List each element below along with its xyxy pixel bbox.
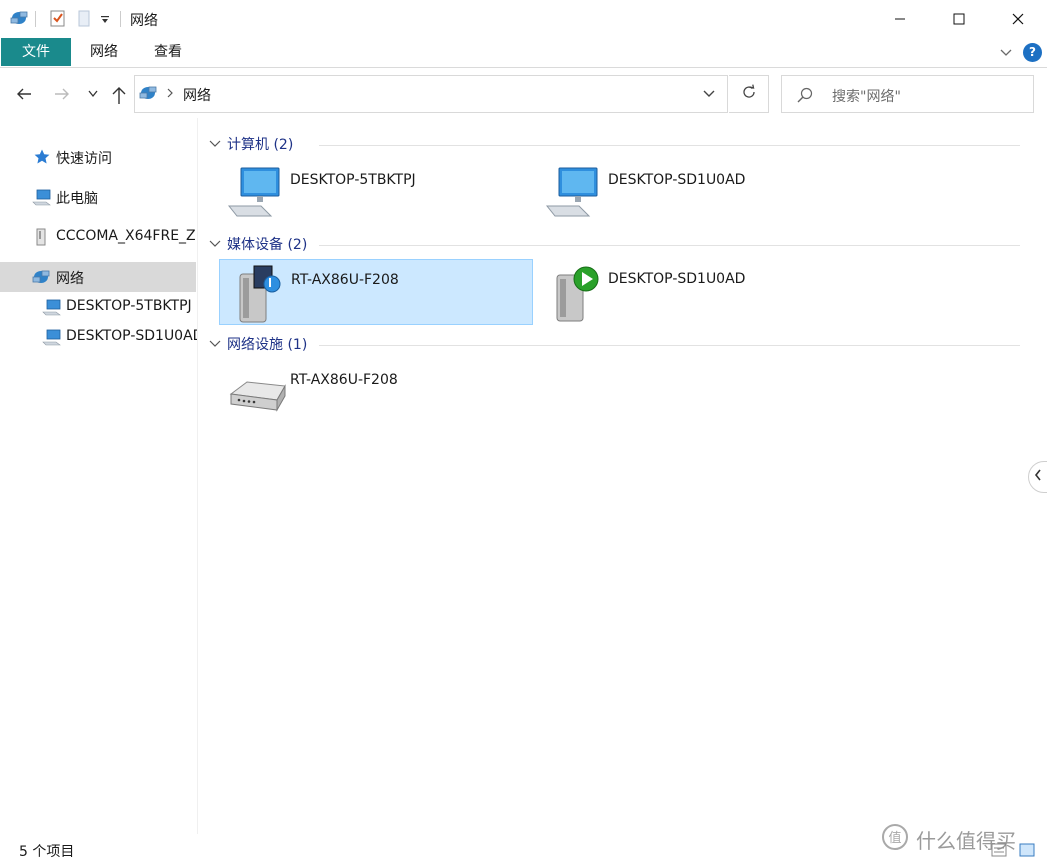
customize-toolbar-icon[interactable] — [100, 13, 110, 29]
sidebar-item-label: 此电脑 — [56, 191, 98, 207]
navigation-bar: 网络 搜索"网络" — [0, 70, 1047, 118]
item-name: DESKTOP-5TBKTPJ — [290, 172, 416, 188]
minimize-button[interactable] — [870, 0, 929, 38]
computer-icon — [42, 298, 62, 320]
sidebar-item-label: DESKTOP-5TBKTPJ — [66, 298, 192, 314]
sidebar-item-drive[interactable]: CCCOMA_X64FRE_ZH-CN_DV9 — [0, 222, 197, 252]
file-list: 计算机 (2) DESKTOP-5TBKTPJ DESKTOP-SD1U0AD … — [199, 118, 1025, 834]
title-bar: 网络 — [0, 0, 1047, 38]
watermark-logo-icon: 值 — [880, 822, 910, 857]
breadcrumb-separator-icon[interactable] — [166, 87, 174, 103]
sidebar-item-label: 网络 — [56, 271, 84, 287]
properties-icon[interactable] — [50, 9, 66, 31]
sidebar-item-network[interactable]: 网络 — [0, 262, 196, 292]
expand-ribbon-icon[interactable] — [998, 44, 1014, 64]
drive-icon — [34, 228, 48, 250]
star-icon — [33, 148, 51, 170]
collapse-chevron-icon[interactable] — [209, 337, 221, 353]
close-button[interactable] — [988, 0, 1047, 38]
search-icon — [796, 86, 814, 108]
monitor-icon — [227, 164, 283, 224]
sidebar-item-quick-access[interactable]: 快速访问 — [0, 142, 196, 172]
search-placeholder: 搜索"网络" — [832, 89, 901, 105]
group-header-network-infrastructure[interactable]: 网络设施 (1) — [209, 332, 1020, 356]
refresh-icon — [740, 83, 758, 105]
new-folder-icon[interactable] — [77, 9, 91, 31]
up-arrow-icon[interactable] — [109, 84, 129, 110]
sidebar-item-desktop-5tbktpj[interactable]: DESKTOP-5TBKTPJ — [0, 292, 196, 322]
group-label: 媒体设备 (2) — [227, 237, 308, 253]
recent-locations-chevron-icon[interactable] — [86, 88, 100, 104]
router-icon — [227, 364, 287, 424]
group-label: 计算机 (2) — [227, 137, 294, 153]
sidebar-item-label: CCCOMA_X64FRE_ZH-CN_DV9 — [56, 228, 197, 244]
tab-network[interactable]: 网络 — [72, 38, 136, 66]
tab-file[interactable]: 文件 — [1, 38, 71, 66]
sidebar-item-desktop-sd1u0ad[interactable]: DESKTOP-SD1U0AD — [0, 322, 198, 352]
forward-arrow-icon[interactable] — [52, 84, 72, 108]
details-pane-toggle[interactable] — [1028, 461, 1047, 493]
address-bar[interactable]: 网络 — [134, 75, 728, 113]
list-item[interactable]: RT-AX86U-F208 — [219, 360, 533, 426]
refresh-button[interactable] — [729, 75, 769, 113]
view-mode-buttons — [990, 842, 1038, 862]
computer-icon — [42, 328, 62, 350]
group-header-media-devices[interactable]: 媒体设备 (2) — [209, 232, 1020, 256]
group-label: 网络设施 (1) — [227, 337, 308, 353]
breadcrumb-network[interactable]: 网络 — [183, 85, 211, 105]
collapse-chevron-icon[interactable] — [209, 237, 221, 253]
list-item[interactable]: DESKTOP-SD1U0AD — [537, 160, 851, 226]
group-header-computers[interactable]: 计算机 (2) — [209, 132, 1020, 156]
help-button[interactable]: ? — [1023, 43, 1042, 62]
monitor-icon — [545, 164, 601, 224]
network-app-icon[interactable] — [9, 9, 29, 31]
back-arrow-icon[interactable] — [14, 84, 34, 108]
network-icon — [138, 84, 158, 106]
navigation-pane: 快速访问 此电脑 CCCOMA_X64FRE_ZH-CN_DV9 网络 DESK… — [0, 118, 198, 834]
item-name: DESKTOP-SD1U0AD — [608, 271, 746, 287]
media-player-icon — [545, 263, 601, 327]
item-name: DESKTOP-SD1U0AD — [608, 172, 746, 188]
computer-icon — [32, 188, 52, 210]
sidebar-item-label: 快速访问 — [56, 151, 112, 167]
collapse-chevron-icon[interactable] — [209, 137, 221, 153]
svg-text:值: 值 — [888, 830, 901, 846]
list-item[interactable]: DESKTOP-5TBKTPJ — [219, 160, 533, 226]
sidebar-item-this-pc[interactable]: 此电脑 — [0, 182, 196, 212]
media-server-icon — [228, 264, 284, 328]
item-count: 5 个项目 — [19, 844, 75, 860]
tab-view[interactable]: 查看 — [136, 38, 200, 66]
list-item[interactable]: DESKTOP-SD1U0AD — [537, 259, 851, 325]
maximize-button[interactable] — [929, 0, 988, 38]
chevron-left-icon — [1033, 468, 1043, 486]
list-item[interactable]: RT-AX86U-F208 — [219, 259, 533, 325]
item-name: RT-AX86U-F208 — [290, 372, 398, 388]
item-name: RT-AX86U-F208 — [291, 272, 399, 288]
sidebar-item-label: DESKTOP-SD1U0AD — [66, 328, 198, 344]
address-dropdown-icon[interactable] — [702, 88, 716, 104]
window-title: 网络 — [130, 13, 158, 29]
ribbon-tabs: 文件 网络 查看 ? — [0, 38, 1047, 68]
network-icon — [31, 268, 51, 290]
search-input[interactable]: 搜索"网络" — [781, 75, 1034, 113]
